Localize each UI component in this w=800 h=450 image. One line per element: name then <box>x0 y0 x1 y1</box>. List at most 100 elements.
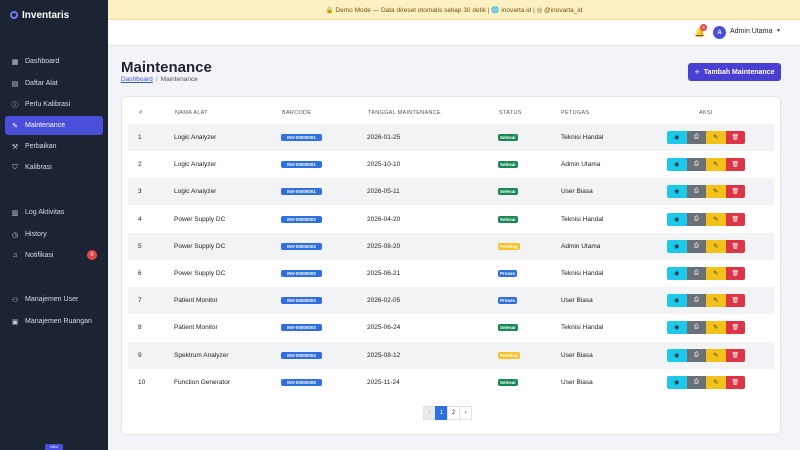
page-title: Maintenance <box>121 59 212 76</box>
edit-button[interactable]: ✎ <box>706 239 726 253</box>
view-button[interactable]: ◉ <box>667 212 687 226</box>
view-button[interactable]: ◉ <box>667 375 687 389</box>
brand[interactable]: Inventaris <box>0 0 108 30</box>
maintenance-date: 2026-02-05 <box>367 297 401 305</box>
sidebar-item-daftar-alat[interactable]: ▤ Daftar Alat <box>5 74 103 93</box>
edit-button[interactable]: ✎ <box>706 348 726 362</box>
edit-button[interactable]: ✎ <box>706 321 726 335</box>
maintenance-date: 2026-01-25 <box>367 134 401 141</box>
sidebar-item-log-aktivitas[interactable]: ▥ Log Aktivitas <box>5 203 103 222</box>
sidebar-item-kalibrasi[interactable]: ⛉ Kalibrasi <box>5 158 103 177</box>
delete-button[interactable]: 🗑 <box>725 294 745 308</box>
view-button[interactable]: ◉ <box>667 321 687 335</box>
delete-button[interactable]: 🗑 <box>725 267 745 280</box>
sidebar-toggle[interactable]: Mini <box>45 444 63 450</box>
print-button[interactable]: ⎙ <box>686 321 706 335</box>
delete-button[interactable]: 🗑 <box>725 348 745 362</box>
edit-button[interactable]: ✎ <box>706 375 726 389</box>
view-button[interactable]: ◉ <box>667 239 687 253</box>
officer-name: Teknisi Handal <box>561 215 604 223</box>
eye-icon: ◉ <box>674 298 680 305</box>
view-button[interactable]: ◉ <box>667 348 687 362</box>
notification-count-badge: 9 <box>87 250 97 260</box>
user-name[interactable]: Admin Utama <box>730 28 772 35</box>
edit-button[interactable]: ✎ <box>706 212 726 226</box>
sidebar-item-label: History <box>25 231 47 238</box>
printer-icon: ⎙ <box>693 351 699 358</box>
eye-icon: ◉ <box>674 162 680 169</box>
chevron-down-icon[interactable]: ▼ <box>776 28 781 34</box>
sidebar: Inventaris ▦ Dashboard ▤ Daftar Alat ⓘ Perlu … <box>0 0 108 450</box>
edit-icon: ✎ <box>713 135 719 141</box>
eye-icon: ◉ <box>674 271 680 277</box>
delete-button[interactable]: 🗑 <box>725 185 745 199</box>
view-button[interactable]: ◉ <box>667 185 687 199</box>
print-button[interactable]: ⎙ <box>686 239 706 253</box>
print-button[interactable]: ⎙ <box>686 185 706 199</box>
edit-button[interactable]: ✎ <box>706 131 726 144</box>
eye-icon: ◉ <box>674 135 680 141</box>
header-barcode: BARCODE <box>282 110 312 116</box>
delete-button[interactable]: 🗑 <box>725 158 745 172</box>
view-button[interactable]: ◉ <box>667 267 687 280</box>
print-button[interactable]: ⎙ <box>686 131 706 144</box>
table-row: 8 Patient Monitor INV-00000003 2025-06-24 Se… <box>128 314 774 341</box>
table-row: 5 Power Supply DC INV-00000002 2025-08-20 Pe… <box>128 232 774 260</box>
sidebar-item-manajemen-user[interactable]: ⚇ Manajemen User <box>5 290 103 309</box>
edit-icon: ✎ <box>713 189 719 196</box>
officer-name: Teknisi Handal <box>561 270 604 277</box>
sidebar-item-label: Dashboard <box>25 58 60 65</box>
view-button[interactable]: ◉ <box>667 294 687 308</box>
print-button[interactable]: ⎙ <box>686 267 706 280</box>
sidebar-item-maintenance[interactable]: ✎ Maintenance <box>5 116 103 135</box>
sidebar-item-history[interactable]: ◷ History <box>5 225 103 244</box>
eye-icon: ◉ <box>674 189 680 196</box>
avatar[interactable]: A <box>713 26 726 39</box>
maintenance-date: 2026-05-11 <box>367 188 400 196</box>
sidebar-item-notifikasi[interactable]: ♫ Notifikasi 9 <box>5 246 103 265</box>
edit-button[interactable]: ✎ <box>706 158 726 172</box>
row-actions: ◉ ⎙ ✎ 🗑 <box>667 212 745 226</box>
row-actions: ◉ ⎙ ✎ 🗑 <box>667 239 745 253</box>
table-row: 7 Patient Monitor INV-00000003 2026-02-05 Pr… <box>128 287 774 315</box>
sidebar-item-manajemen-ruangan[interactable]: ▣ Manajemen Ruangan <box>5 312 103 331</box>
row-number: 8 <box>138 324 142 332</box>
breadcrumb-home-link[interactable]: Dashboard <box>121 76 153 83</box>
print-button[interactable]: ⎙ <box>686 158 706 172</box>
pagination: ‹ 1 2 › <box>423 406 472 420</box>
trash-icon: 🗑 <box>731 135 740 141</box>
delete-button[interactable]: 🗑 <box>725 375 745 389</box>
print-button[interactable]: ⎙ <box>686 294 706 308</box>
maintenance-date: 2025-11-24 <box>367 378 400 386</box>
print-button[interactable]: ⎙ <box>686 375 706 389</box>
delete-button[interactable]: 🗑 <box>725 131 745 144</box>
row-actions: ◉ ⎙ ✎ 🗑 <box>667 321 745 335</box>
status-badge: Selesai <box>498 378 518 386</box>
edit-button[interactable]: ✎ <box>706 294 726 308</box>
sidebar-item-label: Notifikasi <box>25 252 54 259</box>
equipment-name: Logic Analyzer <box>174 161 217 169</box>
print-button[interactable]: ⎙ <box>686 348 706 362</box>
status-badge: Selesai <box>498 134 518 141</box>
add-maintenance-button[interactable]: + Tambah Maintenance <box>688 63 781 81</box>
sidebar-item-label: Maintenance <box>25 122 66 129</box>
view-button[interactable]: ◉ <box>667 158 687 172</box>
row-number: 10 <box>138 378 146 386</box>
delete-button[interactable]: 🗑 <box>725 321 745 335</box>
sidebar-item-label: Log Aktivitas <box>25 209 65 216</box>
row-number: 9 <box>138 351 142 359</box>
sidebar-item-dashboard[interactable]: ▦ Dashboard <box>5 52 103 71</box>
barcode-badge: INV-00000001 <box>281 188 322 196</box>
officer-name: Teknisi Handal <box>561 134 604 141</box>
list-icon: ▤ <box>11 80 19 88</box>
delete-button[interactable]: 🗑 <box>725 239 745 253</box>
sidebar-item-perlu-kalibrasi[interactable]: ⓘ Perlu Kalibrasi <box>5 95 103 114</box>
print-button[interactable]: ⎙ <box>686 212 706 226</box>
edit-button[interactable]: ✎ <box>706 267 726 280</box>
edit-button[interactable]: ✎ <box>706 185 726 199</box>
sidebar-item-perbaikan[interactable]: ⚒ Perbaikan <box>5 137 103 156</box>
pagination-next[interactable]: › <box>459 406 472 420</box>
delete-button[interactable]: 🗑 <box>725 212 745 226</box>
view-button[interactable]: ◉ <box>667 131 687 144</box>
users-icon: ⚇ <box>11 296 19 304</box>
